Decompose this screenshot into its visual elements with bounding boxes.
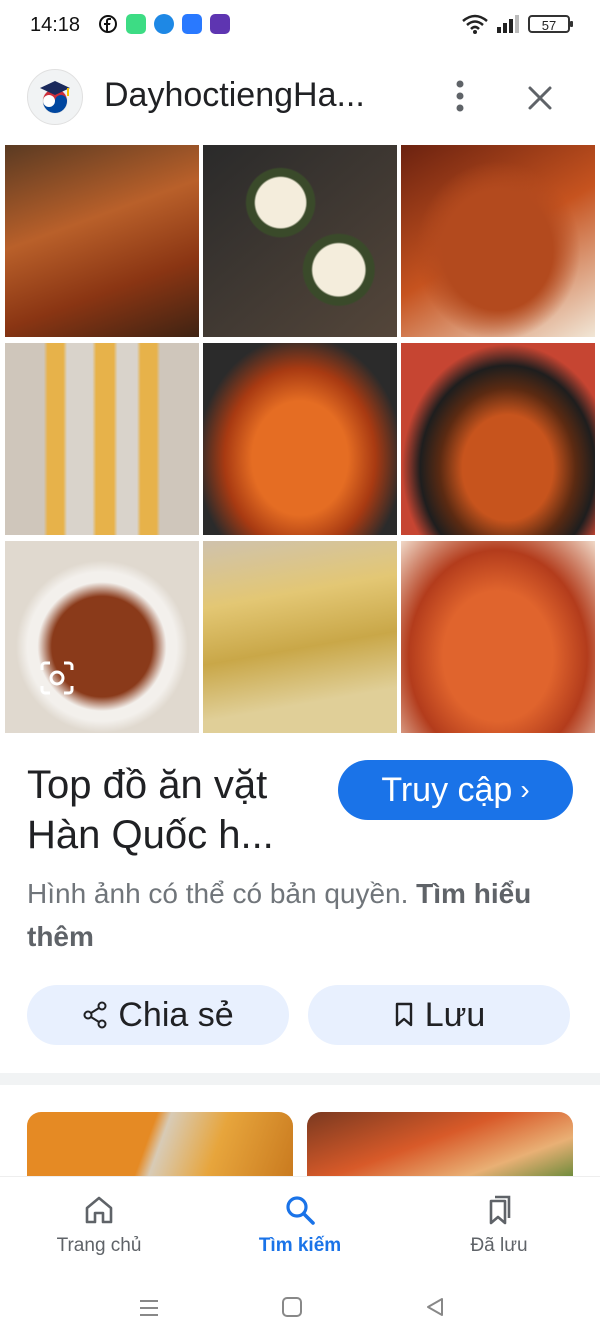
facebook-icon: [99, 15, 117, 33]
nav-home[interactable]: Trang chủ: [19, 1193, 179, 1257]
visit-button[interactable]: Truy cập ›: [338, 760, 573, 820]
game-icon: [210, 14, 230, 34]
share-button[interactable]: Chia sẻ: [27, 985, 289, 1045]
copyright-text: Hình ảnh có thể có bản quyền.: [27, 878, 409, 909]
food-photo-fish-cakes: [203, 541, 397, 733]
messenger-icon: [154, 14, 174, 34]
close-icon: [528, 86, 552, 110]
lens-camera-icon: [40, 661, 74, 695]
more-vert-icon: [456, 80, 464, 112]
result-caption[interactable]: Top đồ ăn vặt Hàn Quốc h...: [27, 760, 327, 860]
food-photo-tteokbokki: [203, 343, 397, 535]
food-photo-japchae: [5, 541, 199, 733]
food-photo-kimbap: [203, 145, 397, 337]
site-title[interactable]: DayhoctiengHa...: [104, 76, 365, 115]
battery-indicator: 57: [528, 15, 573, 33]
save-button[interactable]: Lưu: [308, 985, 570, 1045]
status-bar: 14:18 57: [0, 0, 600, 56]
nav-saved-label: Đã lưu: [470, 1235, 528, 1256]
section-divider: [0, 1073, 600, 1085]
menu-icon[interactable]: [137, 1296, 161, 1320]
bookmarks-icon: [489, 1195, 511, 1225]
nav-home-label: Trang chủ: [56, 1235, 142, 1256]
food-photo-fried-chicken: [401, 145, 595, 337]
food-photo-jjajangmyeon: [401, 343, 595, 535]
result-image[interactable]: [5, 145, 595, 735]
home-square-icon[interactable]: [281, 1296, 303, 1318]
food-photo-tornado-potato: [5, 343, 199, 535]
search-icon: [286, 1196, 315, 1225]
food-photo-skewers: [5, 145, 199, 337]
visit-button-label: Truy cập: [381, 770, 513, 809]
novel-toon-icon: [182, 14, 202, 34]
nav-search[interactable]: Tìm kiếm: [220, 1193, 380, 1257]
nav-search-label: Tìm kiếm: [258, 1235, 342, 1256]
food-photo-rice-cakes-fork: [401, 541, 595, 733]
site-logo[interactable]: [27, 69, 83, 125]
save-label: Lưu: [424, 995, 486, 1034]
more-options-button[interactable]: [445, 76, 475, 116]
image-viewer-header: DayhoctiengHa...: [0, 62, 600, 134]
status-notification-icons: [98, 14, 230, 34]
close-button[interactable]: [522, 80, 558, 116]
bookmark-icon: [395, 1002, 412, 1027]
home-icon: [85, 1196, 113, 1224]
status-time: 14:18: [30, 14, 81, 36]
wifi-icon: [462, 14, 488, 34]
nav-saved[interactable]: Đã lưu: [419, 1193, 579, 1257]
related-image-2[interactable]: [307, 1112, 573, 1178]
share-icon: [83, 1001, 107, 1029]
related-image-1[interactable]: [27, 1112, 293, 1178]
lens-search-button[interactable]: [38, 660, 76, 696]
system-navigation: [0, 1282, 600, 1343]
copyright-notice: Hình ảnh có thể có bản quyền. Tìm hiểu t…: [27, 872, 567, 958]
status-right: 57: [462, 14, 573, 34]
share-label: Chia sẻ: [118, 995, 234, 1034]
back-triangle-icon[interactable]: [424, 1296, 446, 1318]
signal-icon: [497, 15, 519, 33]
app-green-icon: [126, 14, 146, 34]
bottom-navigation: Trang chủ Tìm kiếm Đã lưu: [0, 1176, 600, 1281]
chevron-right-icon: ›: [520, 774, 530, 805]
korea-hat-icon: [40, 81, 70, 114]
